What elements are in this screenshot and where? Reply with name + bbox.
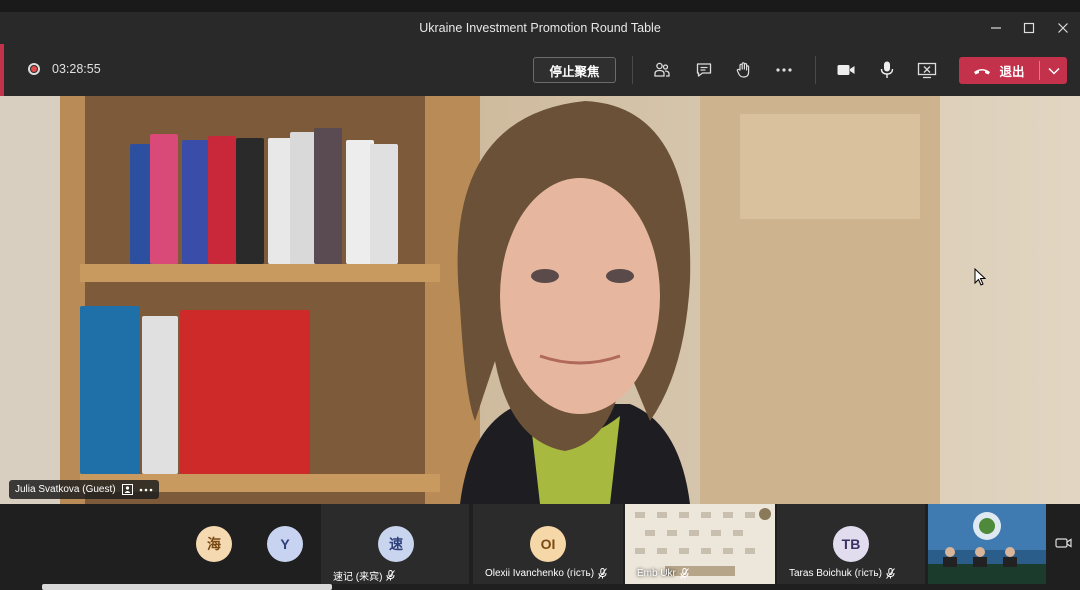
binder [180,310,310,474]
binder [80,306,140,474]
stop-spotlight-button[interactable]: 停止聚焦 [533,57,616,83]
toolbar-divider [815,56,816,84]
meeting-toolbar: 03:28:55 停止聚焦 退出 [0,44,1080,96]
minimize-icon [991,27,1001,29]
mic-muted-icon [598,568,607,579]
leave-button-group: 退出 [959,57,1067,84]
participant-tile-name: 速记 (来宾) [333,572,383,583]
participant-avatar: OI [530,526,566,562]
participant-video-tile[interactable]: Emb Ukr [625,504,775,584]
spotlight-name-label: Julia Svatkova (Guest) [9,480,159,499]
meeting-timer: 03:28:55 [52,62,101,76]
chat-icon [696,63,712,77]
chevron-down-icon [1047,67,1060,75]
more-icon [776,68,792,72]
binder [314,128,342,264]
hang-up-icon [974,68,991,74]
main-video-feed [0,96,1080,504]
spotlight-icon [121,484,133,495]
participant-avatar[interactable]: 海 [196,526,232,562]
share-screen-button[interactable] [913,57,941,83]
cabinet-box [740,114,920,219]
camera-switch-icon [1055,538,1072,548]
mic-icon [880,61,894,78]
switch-view-button[interactable] [1050,530,1078,556]
participant-tile[interactable]: 速 速记 (来宾) [321,504,469,584]
leave-options-button[interactable] [1040,57,1067,84]
mouse-cursor-icon [974,268,986,286]
participant-tile-name: Emb Ukr [637,568,676,579]
close-button[interactable] [1048,17,1078,39]
more-options-button[interactable] [770,57,798,83]
shelf-plank [80,264,440,282]
raise-hand-icon [736,62,750,78]
title-bar: Ukraine Investment Promotion Round Table [0,0,1080,44]
binder [150,134,178,264]
participant-tile-label: Olexii Ivanchenko (гість) [485,568,607,579]
participant-tile[interactable]: TB Taras Boichuk (гість) [777,504,925,584]
participant-name: Julia Svatkova (Guest) [15,484,116,495]
minimize-button[interactable] [981,17,1011,39]
share-screen-icon [917,62,937,79]
participant-avatar: 速 [378,526,414,562]
binder [182,140,210,264]
leave-button[interactable]: 退出 [959,57,1039,84]
participant-video-person [457,101,691,504]
participant-strip-scrollbar[interactable] [42,584,332,590]
binder [142,316,178,474]
participant-avatar: TB [833,526,869,562]
participant-tile-label: Taras Boichuk (гість) [789,568,895,579]
toolbar-divider [632,56,633,84]
binder [370,144,398,264]
binder [208,136,236,264]
participants-icon [654,62,670,77]
camera-button[interactable] [832,57,860,83]
more-icon[interactable] [139,488,153,492]
participant-tile-name: Olexii Ivanchenko (гість) [485,568,595,579]
leave-label: 退出 [999,65,1025,79]
participants-button[interactable] [648,57,676,83]
participant-tile[interactable]: OI Olexii Ivanchenko (гість) [473,504,623,584]
binder [236,138,264,264]
microphone-button[interactable] [873,57,901,83]
participant-video-tile[interactable] [928,504,1046,584]
mic-muted-icon [886,568,895,579]
recording-icon [28,63,40,75]
participant-avatar[interactable]: Y [267,526,303,562]
participant-tile-label: Emb Ukr [637,568,689,579]
camera-icon [837,65,855,75]
chat-button[interactable] [690,57,718,83]
maximize-button[interactable] [1014,17,1044,39]
participant-video-conference-room [928,504,1046,584]
raise-hand-button[interactable] [730,57,758,83]
maximize-icon [1023,22,1035,34]
window-title: Ukraine Investment Promotion Round Table [419,21,661,35]
mic-muted-icon [386,570,396,581]
close-icon [1058,23,1068,33]
mic-muted-icon [680,568,689,579]
participant-tile-name: Taras Boichuk (гість) [789,568,882,579]
participant-tile-label: 速记 (来宾) [333,568,396,583]
